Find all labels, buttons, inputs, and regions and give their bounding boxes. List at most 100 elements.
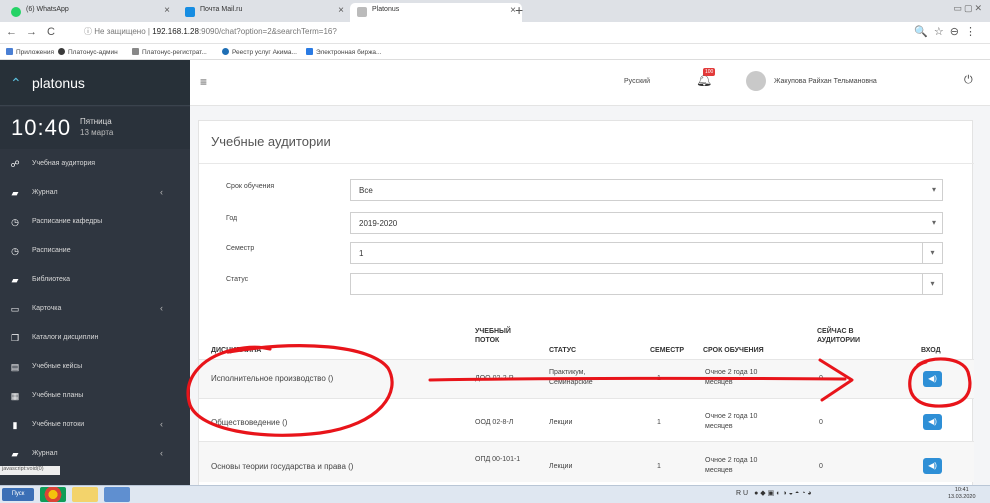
semester-select[interactable]: 1 ▾ <box>350 242 943 264</box>
year-select[interactable]: 2019-2020 ▾ <box>350 212 943 234</box>
chevron-down-icon: ▾ <box>922 243 942 263</box>
clock-icon: ◷ <box>11 246 19 256</box>
sidebar-clock: 10:40 Пятница 13 марта <box>0 107 190 149</box>
browser-tab-whatsapp[interactable]: (6) WhatsApp × <box>4 3 176 22</box>
start-button[interactable]: Пуск <box>2 488 34 501</box>
sidebar-item[interactable]: ◷ Расписание кафедры <box>0 208 190 237</box>
chevron-down-icon: ▾ <box>931 185 936 194</box>
sidebar-item[interactable]: ▰ Журнал ‹ <box>0 179 190 208</box>
cell-stream: ООД 02-8-Л <box>475 419 514 426</box>
cell-now: 0 <box>819 375 823 382</box>
sidebar-item-label: Учебные планы <box>32 392 84 399</box>
sidebar-item[interactable]: ▰ Журнал ‹ <box>0 440 190 469</box>
sidebar-item[interactable]: ▮ Учебные потоки ‹ <box>0 411 190 440</box>
enter-classroom-button[interactable]: ◀) <box>923 458 942 474</box>
file-icon: ▮ <box>12 420 18 430</box>
user-name[interactable]: Жакупова Райхан Тельмановна <box>774 78 877 85</box>
clock-date: 13 марта <box>80 128 114 137</box>
bookmark-exchange[interactable]: Электронная биржа... <box>306 48 381 56</box>
address-bar: ← → C ⓘ Не защищено | 192.168.1.28:9090/… <box>0 22 990 44</box>
browser-tab-mail[interactable]: Почта Mail.ru × <box>178 3 350 22</box>
close-tab-icon[interactable]: × <box>164 5 170 16</box>
app-header: ≡ Русский 🔔︎ 100 Жакупова Райхан Тельман… <box>190 60 990 106</box>
url-host: 192.168.1.28 <box>152 27 199 36</box>
notification-count-badge: 100 <box>703 68 716 76</box>
notifications-button[interactable]: 🔔︎ 100 <box>696 68 716 88</box>
column-header-stream: УЧЕБНЫЙ ПОТОК <box>475 328 511 344</box>
sidebar-item-label: Библиотека <box>32 276 71 283</box>
cell-discipline: Исполнительное производство () <box>211 374 334 383</box>
sidebar-item[interactable]: ◷ Расписание <box>0 237 190 266</box>
globe-icon <box>222 48 229 55</box>
cell-now: 0 <box>819 419 823 426</box>
bookmarks-bar: Приложения Платонус-админ Платонус-регис… <box>0 44 990 60</box>
sidebar-item-label: Расписание кафедры <box>32 218 103 225</box>
info-icon: ⓘ <box>84 27 92 36</box>
hamburger-menu-icon[interactable]: ≡ <box>200 75 207 89</box>
language-indicator[interactable]: RU <box>736 490 750 497</box>
column-header-discipline: ДИСЦИПЛИНА <box>211 347 262 354</box>
url-field[interactable]: ⓘ Не защищено | 192.168.1.28:9090/chat?o… <box>84 26 337 37</box>
cell-now: 0 <box>819 463 823 470</box>
page-title: Учебные аудитории <box>211 134 331 149</box>
catalog-icon: ❐ <box>10 333 20 343</box>
reload-icon[interactable]: C <box>47 26 55 38</box>
enter-icon: ◀) <box>928 417 937 426</box>
browser-tab-strip: (6) WhatsApp × Почта Mail.ru × Platonus … <box>0 0 990 22</box>
grid-icon: ▦ <box>10 391 20 401</box>
enter-classroom-button[interactable]: ◀) <box>923 414 942 430</box>
security-label: Не защищено <box>94 27 146 36</box>
sidebar-item-label: Журнал <box>32 450 58 457</box>
cell-status: Практикум, Семинарские <box>549 369 593 386</box>
bookmark-platonus-registrar[interactable]: Платонус-регистрат... <box>132 48 207 56</box>
apps-icon <box>6 48 13 55</box>
sidebar-item-label: Учебные кейсы <box>32 363 83 370</box>
taskbar-clock[interactable]: 10:41 13.03.2020 <box>948 487 976 501</box>
page-icon <box>357 7 367 17</box>
windows-taskbar: Пуск RU ●◆▣◐◑◒◓◔◕ 10:41 13.03.2020 <box>0 485 990 503</box>
cell-duration: Очное 2 года 10 месяцев <box>705 369 758 386</box>
bookmark-akim-registry[interactable]: Реестр услуг Акима... <box>222 48 297 56</box>
avatar[interactable] <box>746 71 766 91</box>
forward-arrow-icon[interactable]: → <box>26 26 37 38</box>
brand[interactable]: ⌃ platonus <box>0 60 190 106</box>
close-tab-icon[interactable]: × <box>338 5 344 16</box>
cell-discipline: Обществоведение () <box>211 418 288 427</box>
sidebar-item[interactable]: ☍ Учебная аудитория <box>0 150 190 179</box>
folder-taskbar-icon[interactable] <box>72 487 98 502</box>
sidebar-item[interactable]: ▭ Карточка ‹ <box>0 295 190 324</box>
enter-classroom-button[interactable]: ◀) <box>923 371 942 387</box>
bookmark-apps[interactable]: Приложения <box>6 48 54 56</box>
page-icon <box>306 48 313 55</box>
column-header-semester: СЕМЕСТР <box>650 347 685 354</box>
logout-power-icon[interactable]: ⏻ <box>964 74 973 87</box>
enter-icon: ◀) <box>928 374 937 383</box>
cell-stream: ОПД 00-101-1 <box>475 456 521 463</box>
clock-time: 10:40 <box>11 115 72 140</box>
chevron-down-icon: ▾ <box>931 218 936 227</box>
sidebar-item[interactable]: ▰ Библиотека <box>0 266 190 295</box>
sidebar-item[interactable]: ❐ Каталоги дисциплин <box>0 324 190 353</box>
status-select[interactable]: ▾ <box>350 273 943 295</box>
bookmark-platonus-admin[interactable]: Платонус-админ <box>58 48 118 56</box>
page-icon <box>132 48 139 55</box>
window-controls[interactable]: ▭▢✕ <box>953 3 984 14</box>
system-tray[interactable]: RU ●◆▣◐◑◒◓◔◕ <box>736 489 814 497</box>
chrome-taskbar-icon[interactable] <box>40 487 66 502</box>
chevron-left-icon: ‹ <box>160 303 163 313</box>
enter-icon: ◀) <box>928 461 937 470</box>
app-taskbar-icon[interactable] <box>104 487 130 502</box>
new-tab-button[interactable]: + <box>515 2 523 18</box>
back-arrow-icon[interactable]: ← <box>6 26 17 38</box>
chevron-left-icon: ‹ <box>160 419 163 429</box>
language-switcher[interactable]: Русский <box>624 78 650 85</box>
toolbar-icons[interactable]: 🔍☆⊖⋮ <box>914 25 982 38</box>
sidebar-item[interactable]: ▤ Учебные кейсы <box>0 353 190 382</box>
sidebar-item[interactable]: ▦ Учебные планы <box>0 382 190 411</box>
filter-label-status: Статус <box>226 276 249 283</box>
browser-tab-platonus[interactable]: Platonus × <box>350 3 522 22</box>
duration-select[interactable]: Все ▾ <box>350 179 943 201</box>
chevron-down-icon: ▾ <box>922 274 942 294</box>
column-header-now-in-classroom: СЕЙЧАС В АУДИТОРИИ <box>817 328 861 344</box>
cell-stream: ДОО 02-2-Р <box>475 375 514 382</box>
